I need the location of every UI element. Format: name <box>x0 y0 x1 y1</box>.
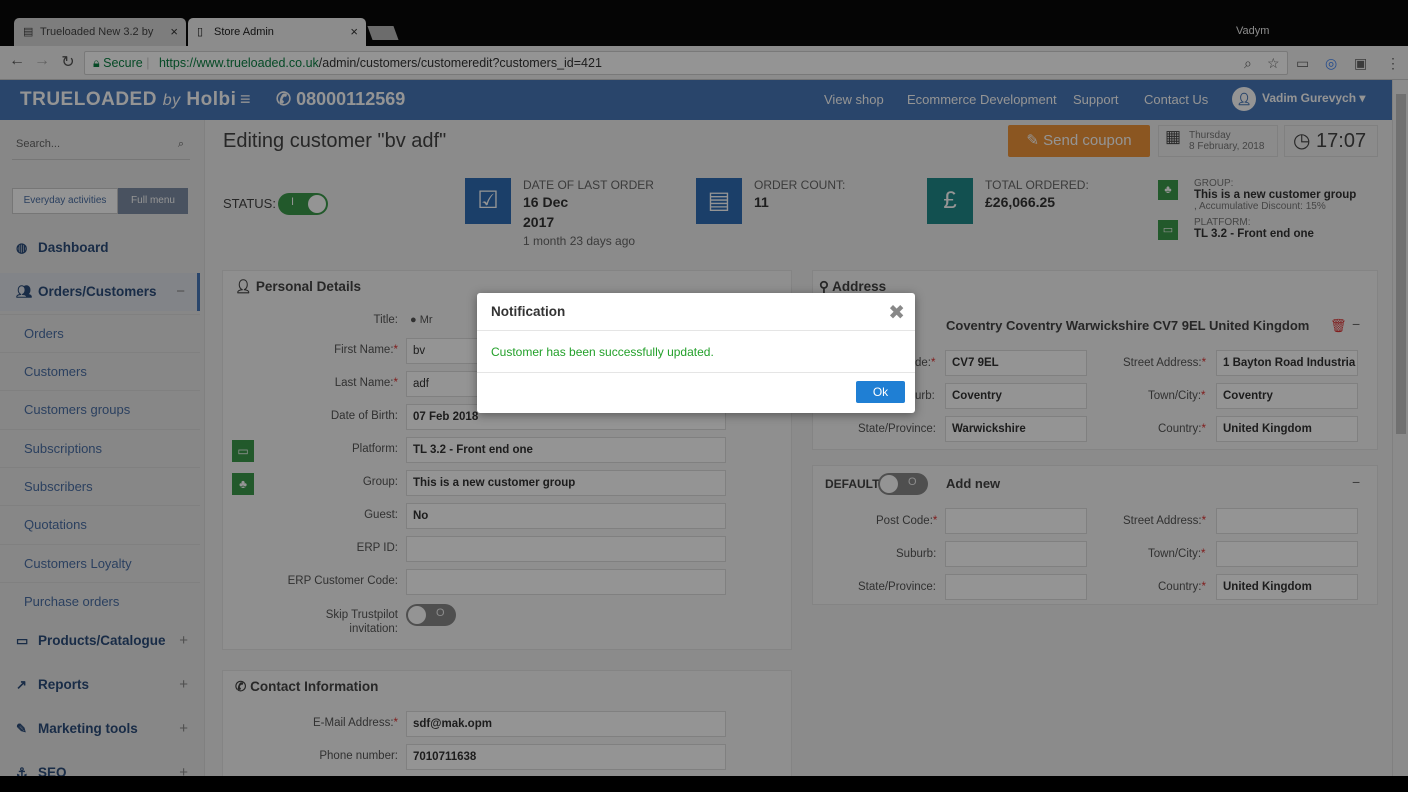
notification-dialog: Notification ✖ Customer has been success… <box>477 293 915 413</box>
dialog-message: Customer has been successfully updated. <box>491 345 714 359</box>
divider <box>477 372 915 373</box>
dialog-title: Notification <box>491 304 566 319</box>
divider <box>477 330 915 331</box>
close-icon[interactable]: ✖ <box>888 300 905 325</box>
ok-button[interactable]: Ok <box>856 381 905 403</box>
bottom-bar <box>0 776 1408 792</box>
